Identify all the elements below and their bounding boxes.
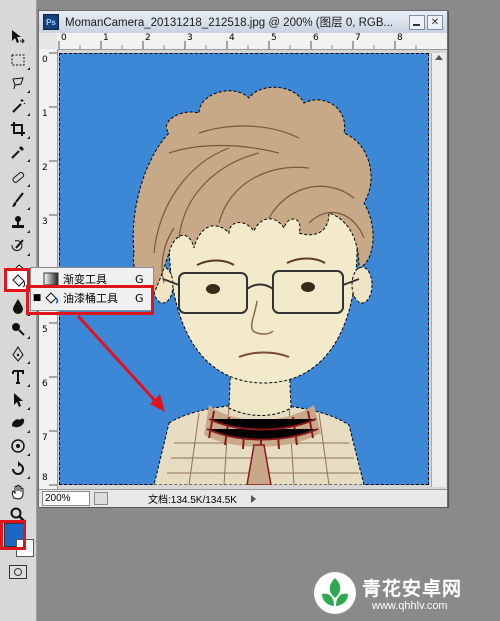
- quick-mask-icon[interactable]: [9, 565, 27, 579]
- 3d-orbit-tool-icon[interactable]: [5, 458, 31, 480]
- ruler-tick-label: 0: [42, 55, 48, 65]
- watermark-url: www.qhhlv.com: [372, 600, 448, 612]
- document-size-info: 文档:134.5K/134.5K: [148, 495, 237, 506]
- status-bar-arrow-icon[interactable]: [250, 494, 256, 503]
- ruler-tick-label: 6: [313, 33, 319, 43]
- ruler-tick-label: 3: [42, 217, 48, 227]
- document-titlebar[interactable]: Ps MomanCamera_20131218_212518.jpg @ 200…: [39, 11, 447, 34]
- close-button[interactable]: ✕: [427, 15, 443, 30]
- photoshop-logo-icon: Ps: [43, 14, 59, 30]
- ruler-tick-label: 2: [145, 33, 151, 43]
- status-menu-icon[interactable]: [94, 492, 108, 505]
- ruler-tick-label: 8: [397, 33, 403, 43]
- hand-tool-icon[interactable]: [5, 481, 31, 503]
- healing-brush-tool-icon[interactable]: [5, 166, 31, 188]
- ruler-tick-label: 7: [355, 33, 361, 43]
- history-brush-tool-icon[interactable]: [5, 235, 31, 257]
- magic-wand-tool-icon[interactable]: [5, 95, 31, 117]
- path-selection-tool-icon[interactable]: [5, 389, 31, 411]
- minimize-button[interactable]: [409, 15, 425, 30]
- 3d-rotate-tool-icon[interactable]: [5, 435, 31, 457]
- move-tool-icon[interactable]: [5, 26, 31, 48]
- marquee-tool-icon[interactable]: [5, 49, 31, 71]
- ruler-tick-label: 8: [42, 473, 48, 483]
- brush-tool-icon[interactable]: [5, 189, 31, 211]
- color-swatch-highlight: [0, 520, 26, 550]
- vertical-scrollbar[interactable]: [431, 53, 446, 487]
- ruler-origin[interactable]: [39, 33, 58, 50]
- crop-tool-icon[interactable]: [5, 118, 31, 140]
- ruler-tick-label: 1: [103, 33, 109, 43]
- ruler-tick-label: 2: [42, 163, 48, 173]
- gradient-icon: [43, 272, 59, 286]
- pen-tool-icon[interactable]: [5, 343, 31, 365]
- watermark-site-name: 青花安卓网: [362, 578, 463, 600]
- ruler-tick-label: 5: [42, 325, 48, 335]
- site-watermark: 青花安卓网 www.qhhlv.com: [300, 570, 500, 620]
- lasso-tool-icon[interactable]: [5, 72, 31, 94]
- clone-stamp-tool-icon[interactable]: [5, 212, 31, 234]
- ruler-tick-label: 5: [271, 33, 277, 43]
- ruler-tick-label: 7: [42, 433, 48, 443]
- eyedropper-tool-icon[interactable]: [5, 141, 31, 163]
- dodge-tool-icon[interactable]: [5, 318, 31, 340]
- horizontal-ruler[interactable]: 0 1 2 3 4 5 6 7 8: [57, 33, 447, 50]
- document-window: Ps MomanCamera_20131218_212518.jpg @ 200…: [38, 10, 448, 507]
- type-tool-icon[interactable]: [5, 366, 31, 388]
- ruler-tick-label: 1: [42, 109, 48, 119]
- custom-shape-tool-icon[interactable]: [5, 412, 31, 434]
- flyout-item-shortcut: G: [135, 272, 144, 286]
- site-logo-icon: [314, 572, 356, 614]
- ruler-tick-label: 0: [61, 33, 67, 43]
- zoom-level-field[interactable]: 200%: [42, 491, 90, 506]
- ruler-tick-label: 3: [187, 33, 193, 43]
- ruler-tick-label: 6: [42, 379, 48, 389]
- scroll-up-arrow-icon[interactable]: [435, 55, 443, 60]
- paint-bucket-menu-highlight: [26, 285, 154, 315]
- ruler-tick-label: 4: [229, 33, 235, 43]
- status-bar: 200% 文档:134.5K/134.5K: [39, 489, 447, 507]
- document-title: MomanCamera_20131218_212518.jpg @ 200% (…: [65, 17, 394, 29]
